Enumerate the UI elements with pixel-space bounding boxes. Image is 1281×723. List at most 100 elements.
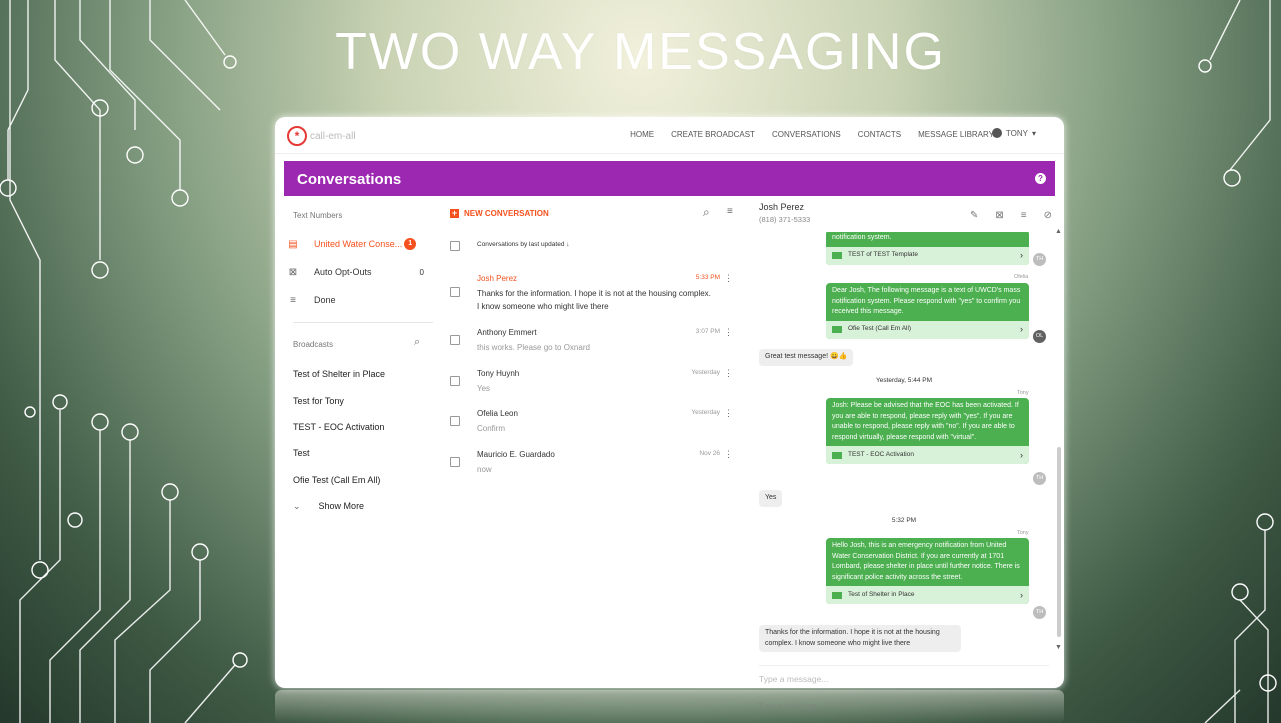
template-link[interactable]: TEST - EOC Activation ›: [826, 446, 1029, 464]
scroll-down-icon[interactable]: ▼: [1055, 644, 1062, 651]
nav-message-library[interactable]: MESSAGE LIBRARY: [918, 130, 994, 139]
filter-icon[interactable]: ≡: [727, 206, 733, 217]
thread-toolbar: ✎ ⊠ ≡ ⊘: [970, 210, 1052, 221]
reflection-text: Type a message...: [758, 702, 824, 711]
contact-name: Ofelia Leon: [477, 409, 518, 418]
template-link[interactable]: Ofie Test (Call Em All) ›: [826, 320, 1029, 339]
time-divider: 5:32 PM: [891, 517, 917, 524]
sidebar-item-label: Done: [314, 295, 336, 305]
broadcast-item[interactable]: Test of Shelter in Place: [293, 369, 385, 379]
nav-create-broadcast[interactable]: CREATE BROADCAST: [671, 130, 755, 139]
contact-name: Tony Huynh: [477, 369, 520, 378]
sender-name: Ofelia: [1014, 274, 1029, 280]
nav-links: HOME CREATE BROADCAST CONVERSATIONS CONT…: [630, 130, 994, 139]
logo[interactable]: * call-em-all: [287, 126, 356, 146]
scroll-thumb[interactable]: [1057, 447, 1061, 637]
broadcast-item[interactable]: Test: [293, 448, 310, 458]
more-vert-icon[interactable]: ⋮: [724, 273, 733, 284]
message-input[interactable]: Type a message...: [759, 665, 1049, 684]
chevron-down-icon: ⌄: [293, 501, 301, 511]
sidebar-item-label: United Water Conse...: [314, 239, 403, 249]
account-icon: [991, 128, 1002, 138]
done-list-icon: ≡: [290, 294, 296, 306]
hide-icon[interactable]: ⊘: [1044, 210, 1052, 221]
app-reflection: Type a message...: [275, 690, 1064, 723]
message-preview: Confirm: [477, 424, 506, 433]
chevron-right-icon: ›: [1020, 589, 1023, 600]
more-vert-icon[interactable]: ⋮: [724, 327, 733, 338]
mark-done-icon[interactable]: ≡: [1021, 210, 1027, 221]
search-icon[interactable]: ⌕: [414, 336, 420, 349]
list-item[interactable]: Mauricio E. Guardado now Nov 26 ⋮: [450, 449, 745, 478]
timestamp: Yesterday: [691, 369, 720, 376]
timestamp: Yesterday: [691, 409, 720, 416]
avatar: TH: [1033, 606, 1046, 619]
avatar: TH: [1033, 472, 1046, 485]
row-checkbox[interactable]: [450, 376, 460, 386]
broadcast-item[interactable]: TEST - EOC Activation: [293, 422, 384, 432]
sidebar-item-auto-opt-outs[interactable]: ⊠ Auto Opt-Outs 0: [284, 263, 434, 281]
list-item[interactable]: Anthony Emmert this works. Please go to …: [450, 327, 745, 356]
time-divider: Yesterday, 5:44 PM: [875, 377, 932, 384]
more-vert-icon[interactable]: ⋮: [724, 368, 733, 379]
edit-icon[interactable]: ✎: [970, 210, 978, 221]
broadcast-item[interactable]: Test for Tony: [293, 396, 344, 406]
message-template-icon: [832, 451, 842, 459]
row-checkbox[interactable]: [450, 457, 460, 467]
sidebar-item-united-water[interactable]: ▤ United Water Conse... 1: [284, 235, 434, 253]
user-menu[interactable]: TONY ▾: [991, 128, 1036, 138]
message-template-icon: [832, 591, 842, 599]
list-item[interactable]: Josh Perez Thanks for the information. I…: [450, 273, 745, 314]
chevron-right-icon: ›: [1020, 324, 1023, 335]
message-preview: this works. Please go to Oxnard: [477, 343, 590, 352]
contact-name: Mauricio E. Guardado: [477, 450, 555, 459]
inbox-icon: ▤: [288, 238, 298, 250]
template-link[interactable]: TEST of TEST Template ›: [826, 246, 1029, 265]
caret-down-icon: ▾: [1031, 128, 1036, 138]
more-vert-icon[interactable]: ⋮: [724, 408, 733, 419]
select-all-checkbox[interactable]: [450, 241, 460, 251]
nav-contacts[interactable]: CONTACTS: [858, 130, 901, 139]
show-more-button[interactable]: ⌄ Show More: [293, 501, 364, 512]
contact-name: Josh Perez: [477, 274, 518, 283]
more-vert-icon[interactable]: ⋮: [724, 449, 733, 460]
thread-scrollbar[interactable]: ▲ ▼: [1055, 228, 1062, 652]
message-text: Dear Josh, The following message is a te…: [832, 287, 1021, 315]
left-panel: Text Numbers ▤ United Water Conse... 1 ⊠…: [284, 202, 442, 682]
nav-home[interactable]: HOME: [630, 130, 654, 139]
row-checkbox[interactable]: [450, 335, 460, 345]
sidebar-item-done[interactable]: ≡ Done: [284, 291, 434, 309]
row-checkbox[interactable]: [450, 287, 460, 297]
list-item[interactable]: Ofelia Leon Confirm Yesterday ⋮: [450, 408, 745, 437]
new-conversation-button[interactable]: + NEW CONVERSATION: [450, 209, 549, 218]
opt-out-icon[interactable]: ⊠: [995, 210, 1003, 221]
message-text: Josh: Please be advised that the EOC has…: [832, 402, 1019, 441]
timestamp: Nov 26: [699, 450, 720, 457]
template-name: Ofie Test (Call Em All): [848, 325, 912, 333]
contact-name: Anthony Emmert: [477, 328, 537, 337]
message-thread: notification system. TEST of TEST Templa…: [759, 232, 1049, 652]
row-checkbox[interactable]: [450, 416, 460, 426]
template-link[interactable]: Test of Shelter in Place ›: [826, 586, 1029, 604]
search-icon[interactable]: ⌕: [703, 205, 710, 220]
app-window: * call-em-all HOME CREATE BROADCAST CONV…: [275, 117, 1064, 688]
template-name: TEST - EOC Activation: [848, 450, 914, 458]
new-conversation-label: NEW CONVERSATION: [464, 209, 549, 218]
message-preview: Yes: [477, 384, 491, 393]
scroll-up-icon[interactable]: ▲: [1055, 228, 1062, 235]
sort-label[interactable]: Conversations by last updated ↓: [477, 241, 570, 248]
help-icon[interactable]: ?: [1035, 173, 1046, 184]
outgoing-message: Josh: Please be advised that the EOC has…: [826, 398, 1029, 464]
nav-conversations[interactable]: CONVERSATIONS: [772, 130, 841, 139]
opt-out-count: 0: [419, 267, 424, 277]
broadcast-item[interactable]: Ofie Test (Call Em All): [293, 475, 380, 485]
message-template-icon: [832, 326, 842, 333]
page-title: Conversations: [297, 171, 402, 188]
incoming-message: Yes: [759, 490, 783, 507]
template-name: Test of Shelter in Place: [848, 590, 915, 598]
outgoing-message: Hello Josh, this is an emergency notific…: [826, 538, 1029, 604]
list-item[interactable]: Tony Huynh Yes Yesterday ⋮: [450, 368, 745, 397]
message-preview: Thanks for the information. I hope it is…: [477, 289, 711, 311]
thread-contact-name: Josh Perez: [759, 202, 805, 212]
message-thread-panel: Josh Perez (818) 371-5333 ✎ ⊠ ≡ ⊘ notifi…: [754, 196, 1064, 688]
